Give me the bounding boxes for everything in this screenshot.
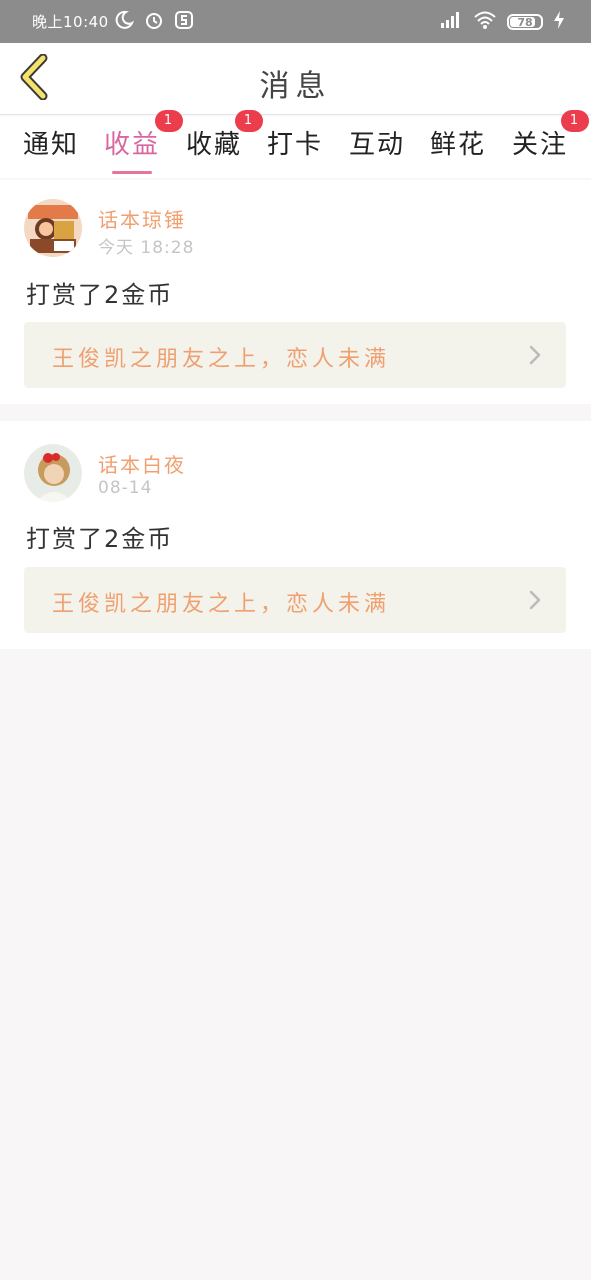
tab-bar: 通知 收益 1 收藏 1 打卡 互动 鲜花 关注 1 <box>0 110 591 178</box>
tab-favorites[interactable]: 收藏 1 <box>183 110 263 174</box>
chevron-right-icon <box>528 589 542 615</box>
message-time: 08-14 <box>98 478 153 498</box>
tab-notifications[interactable]: 通知 <box>20 124 82 174</box>
chevron-right-icon <box>528 344 542 370</box>
alarm-icon <box>144 10 164 34</box>
message-time: 今天 18:28 <box>98 238 195 258</box>
tab-badge: 1 <box>561 110 589 132</box>
book-link[interactable]: 王俊凯之朋友之上，恋人未满 <box>24 322 566 388</box>
tab-label: 收益 <box>103 130 160 160</box>
page-title: 消息 <box>259 69 332 104</box>
tab-label: 鲜花 <box>429 130 486 160</box>
tab-label: 关注 <box>511 130 568 160</box>
signal-icon <box>439 10 463 34</box>
tab-flowers[interactable]: 鲜花 <box>427 124 489 174</box>
tab-label: 互动 <box>348 130 405 160</box>
tab-badge: 1 <box>155 110 183 132</box>
message-text: 打赏了2金币 <box>26 525 174 553</box>
tab-label: 收藏 <box>185 130 242 160</box>
tab-badge: 1 <box>235 110 263 132</box>
message-text: 打赏了2金币 <box>26 281 174 309</box>
tab-label: 打卡 <box>266 130 323 160</box>
app-notification-icon <box>174 10 194 34</box>
user-name[interactable]: 话本琼锤 <box>98 204 186 233</box>
book-link[interactable]: 王俊凯之朋友之上，恋人未满 <box>24 567 566 633</box>
avatar[interactable] <box>24 444 82 502</box>
battery-icon: 78 <box>507 14 543 30</box>
status-icons-right: 78 <box>439 10 565 34</box>
user-name[interactable]: 话本白夜 <box>98 449 186 478</box>
tab-following[interactable]: 关注 1 <box>509 110 589 174</box>
avatar[interactable] <box>24 199 82 257</box>
status-time: 晚上10:40 <box>32 13 109 31</box>
header: 消息 <box>0 43 591 115</box>
charging-icon <box>553 10 565 34</box>
active-tab-indicator <box>112 171 152 174</box>
book-title: 王俊凯之朋友之上，恋人未满 <box>52 347 391 372</box>
battery-level: 78 <box>517 15 533 29</box>
wifi-icon <box>473 10 497 34</box>
moon-icon <box>114 10 135 34</box>
status-icons-left <box>114 10 194 34</box>
status-bar: 晚上10:40 78 <box>0 0 591 43</box>
tab-label: 通知 <box>22 130 79 160</box>
book-title: 王俊凯之朋友之上，恋人未满 <box>52 592 391 617</box>
tab-earnings[interactable]: 收益 1 <box>101 110 183 174</box>
message-card: 话本琼锤 今天 18:28 打赏了2金币 王俊凯之朋友之上，恋人未满 <box>0 180 591 404</box>
message-card: 话本白夜 08-14 打赏了2金币 王俊凯之朋友之上，恋人未满 <box>0 421 591 649</box>
tab-checkin[interactable]: 打卡 <box>264 124 326 174</box>
tab-interactions[interactable]: 互动 <box>346 124 408 174</box>
